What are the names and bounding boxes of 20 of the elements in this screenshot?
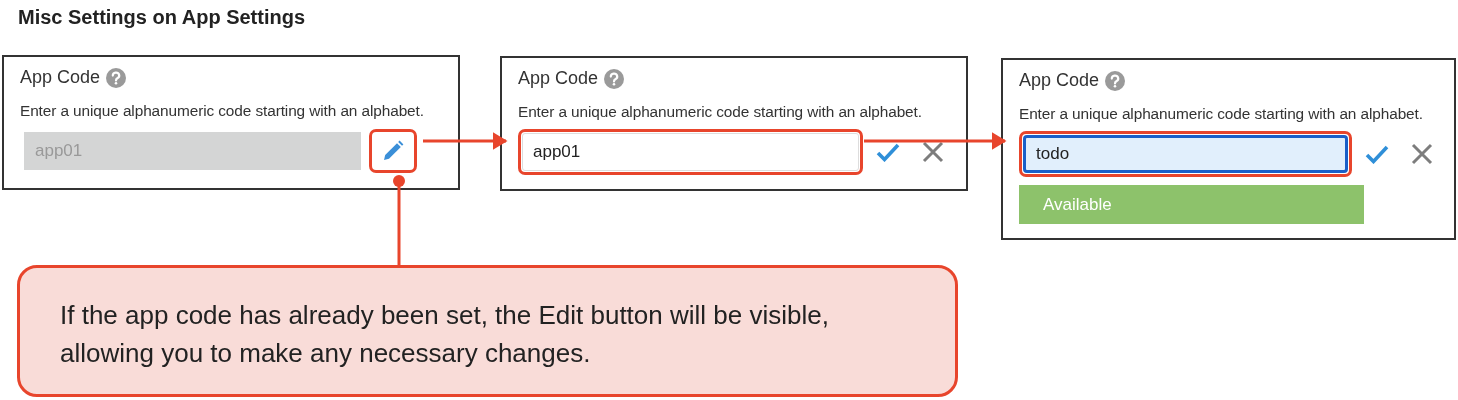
field-label: App Code: [20, 67, 101, 88]
input-field[interactable]: todo: [1023, 135, 1348, 173]
input-field[interactable]: app01: [522, 133, 859, 171]
check-icon: [876, 142, 900, 162]
close-icon: [922, 141, 944, 163]
help-icon[interactable]: [106, 67, 127, 88]
field-description: Enter a unique alphanumeric code starting with an alphabet.: [518, 103, 923, 121]
help-icon[interactable]: [1105, 70, 1126, 91]
check-icon: [1365, 144, 1389, 164]
help-icon[interactable]: [604, 68, 625, 89]
field-description: Enter a unique alphanumeric code starting with an alphabet.: [1019, 105, 1424, 123]
pencil-icon: [382, 140, 404, 162]
status-message: Available: [1019, 185, 1364, 224]
callout-note: If the app code has already been set, the Edit button will be visible, allowing you to make any necessary changes.: [17, 265, 958, 397]
field-label: App Code: [1019, 70, 1100, 91]
close-icon: [1411, 143, 1433, 165]
field-label: App Code: [518, 68, 599, 89]
edit-button[interactable]: [369, 129, 417, 173]
field-description: Enter a unique alphanumeric code starting with an alphabet.: [20, 102, 425, 120]
page-title: Misc Settings on App Settings: [18, 6, 306, 29]
